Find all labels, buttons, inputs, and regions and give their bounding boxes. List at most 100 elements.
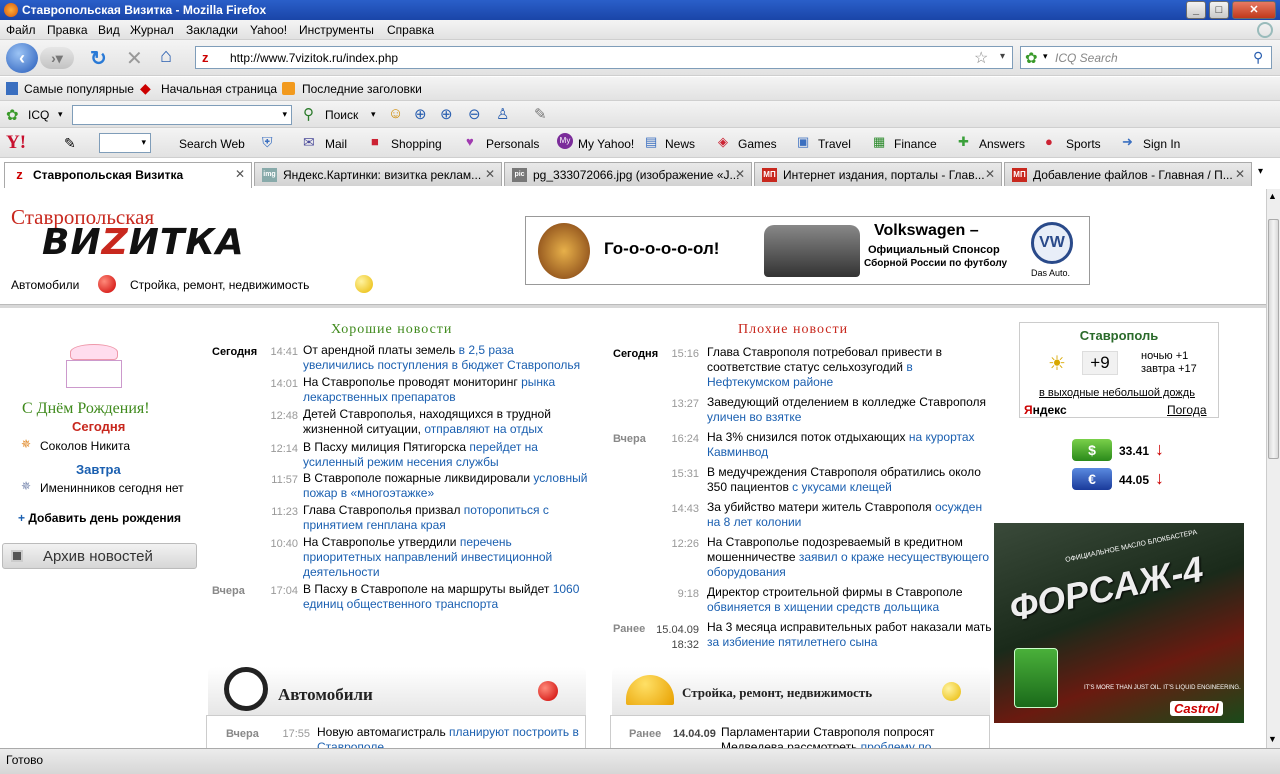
user-icon[interactable]: ♙: [496, 105, 509, 123]
input-dropdown-icon[interactable]: ▾: [282, 109, 287, 120]
weather-weekend[interactable]: в выходные небольшой дождь: [1039, 387, 1195, 399]
menu-tools[interactable]: Инструменты: [299, 23, 374, 37]
zoom-icon[interactable]: ⊕: [414, 105, 427, 123]
bookmark-start-page[interactable]: Начальная страница: [161, 82, 277, 96]
category-build-link[interactable]: Стройка, ремонт, недвижимость: [130, 278, 309, 292]
tab-yandex-images[interactable]: img Яндекс.Картинки: визитка реклам... ✕: [254, 162, 502, 186]
minimize-button[interactable]: _: [1186, 1, 1206, 19]
maximize-button[interactable]: □: [1209, 1, 1229, 19]
birthday-today-name[interactable]: Соколов Никита: [40, 439, 130, 453]
yahoo-my-yahoo[interactable]: My Yahoo!: [578, 137, 634, 151]
back-button[interactable]: ‹: [6, 43, 38, 73]
close-tab-icon[interactable]: ✕: [735, 167, 745, 181]
menu-view[interactable]: Вид: [98, 23, 120, 37]
tab-favicon: МП: [762, 168, 777, 182]
tab-list-icon[interactable]: ▾: [1258, 166, 1263, 177]
yahoo-news[interactable]: News: [665, 137, 695, 151]
close-tab-icon[interactable]: ✕: [485, 167, 495, 181]
travel-icon: ▣: [797, 134, 810, 149]
pogoda-link[interactable]: Погода: [1167, 403, 1207, 417]
news-link[interactable]: отправляют на отдых: [424, 422, 543, 436]
weather-city[interactable]: Ставрополь: [1020, 328, 1218, 343]
tab-jpg-image[interactable]: pic pg_333072066.jpg (изображение «J... …: [504, 162, 752, 186]
tab-internet-portals[interactable]: МП Интернет издания, порталы - Глав... ✕: [754, 162, 1002, 186]
search-icon[interactable]: ⚲: [1253, 49, 1263, 66]
shopping-icon: ■: [371, 134, 379, 149]
yahoo-shopping[interactable]: Shopping: [391, 137, 442, 151]
yahoo-answers[interactable]: Answers: [979, 137, 1025, 151]
forward-button[interactable]: ›▾: [40, 47, 74, 69]
menu-edit[interactable]: Правка: [47, 23, 88, 37]
icq-flower-icon: ✿: [1025, 50, 1038, 67]
yahoo-games[interactable]: Games: [738, 137, 777, 151]
category-auto-link[interactable]: Автомобили: [11, 278, 79, 292]
url-dropdown-icon[interactable]: ▾: [1000, 51, 1005, 62]
icq-label[interactable]: ICQ: [28, 108, 49, 122]
yahoo-personals[interactable]: Personals: [486, 137, 539, 151]
vw-banner[interactable]: Го-о-о-о-о-ол! Volkswagen – Официальный …: [525, 216, 1090, 285]
site-logo-bottom[interactable]: ВИZИТКА: [42, 222, 245, 263]
smiley-icon[interactable]: ☺: [388, 105, 403, 122]
tab-label: Яндекс.Картинки: визитка реклам...: [283, 168, 482, 182]
menu-file[interactable]: Файл: [6, 23, 36, 37]
stop-icon[interactable]: ✕: [126, 46, 143, 71]
bookmark-star-icon[interactable]: ☆: [974, 48, 988, 68]
yahoo-travel[interactable]: Travel: [818, 137, 851, 151]
close-tab-icon[interactable]: ✕: [1235, 167, 1245, 181]
search-dropdown-icon[interactable]: ▾: [371, 109, 376, 120]
menu-history[interactable]: Журнал: [130, 23, 174, 37]
yahoo-search-input[interactable]: ▾: [99, 133, 151, 153]
tab-stavropol-vizitka[interactable]: z Ставропольская Визитка ✕: [4, 162, 252, 188]
news-link[interactable]: с укусами клещей: [792, 480, 892, 494]
eraser-icon[interactable]: ✎: [534, 105, 547, 123]
bookmark-most-visited[interactable]: Самые популярные: [24, 82, 134, 96]
url-bar[interactable]: z http://www.7vizitok.ru/index.php ☆ ▾: [195, 46, 1013, 69]
scroll-up-icon[interactable]: ▲: [1268, 191, 1277, 201]
yahoo-sign-in[interactable]: Sign In: [1143, 137, 1180, 151]
zoom-in-icon[interactable]: ⊕: [440, 105, 453, 123]
rss-icon: [282, 82, 295, 95]
pencil-icon[interactable]: ✎: [64, 135, 76, 152]
close-tab-icon[interactable]: ✕: [985, 167, 995, 181]
news-archive-button[interactable]: Архив новостей: [2, 543, 197, 569]
menu-yahoo[interactable]: Yahoo!: [250, 23, 287, 37]
news-link[interactable]: обвиняется в хищении средств дольщика: [707, 600, 939, 614]
input-dropdown-icon[interactable]: ▾: [141, 137, 146, 148]
banner-vw-title: Volkswagen –: [874, 222, 979, 239]
tab-add-files[interactable]: МП Добавление файлов - Главная / П... ✕: [1004, 162, 1252, 186]
icq-toolbar-search-input[interactable]: ▾: [72, 105, 292, 125]
icq-search-button[interactable]: Поиск: [325, 108, 358, 122]
build-section-title[interactable]: Стройка, ремонт, недвижимость: [682, 685, 872, 701]
scroll-thumb[interactable]: [1268, 219, 1279, 459]
url-text[interactable]: http://www.7vizitok.ru/index.php: [230, 51, 398, 65]
auto-section-title[interactable]: Автомобили: [278, 685, 373, 705]
shield-icon[interactable]: ⛨: [262, 134, 273, 151]
search-web-button[interactable]: Search Web: [179, 137, 245, 151]
good-news-time: 14:41: [270, 346, 298, 358]
vertical-scrollbar[interactable]: ▲ ▼: [1266, 189, 1280, 748]
close-window-button[interactable]: ✕: [1232, 1, 1276, 19]
news-link[interactable]: уличен во взятке: [707, 410, 801, 424]
icq-search-box[interactable]: ✿ ▾ ICQ Search ⚲: [1020, 46, 1272, 69]
menu-help[interactable]: Справка: [387, 23, 434, 37]
yandex-link[interactable]: Яндекс: [1024, 403, 1067, 417]
zoom-out-icon[interactable]: ⊖: [468, 105, 481, 123]
add-birthday-link[interactable]: + Добавить день рождения: [18, 511, 181, 525]
close-tab-icon[interactable]: ✕: [235, 167, 245, 181]
yahoo-sports[interactable]: Sports: [1066, 137, 1101, 151]
search-engine-dropdown-icon[interactable]: ▾: [1043, 51, 1048, 62]
yahoo-mail[interactable]: Mail: [325, 137, 347, 151]
bookmark-latest-headlines[interactable]: Последние заголовки: [302, 82, 422, 96]
birthday-title: С Днём Рождения!: [22, 400, 150, 417]
castrol-forsazh-ad[interactable]: ОФИЦИАЛЬНОЕ МАСЛО БЛОКБАСТЕРА ФОРСАЖ-4 I…: [994, 523, 1244, 723]
news-text: За убийство матери житель Ставрополя: [707, 500, 935, 514]
yahoo-logo[interactable]: Y!: [6, 132, 26, 154]
news-link[interactable]: за избиение пятилетнего сына: [707, 635, 877, 649]
icq-dropdown-icon[interactable]: ▾: [58, 109, 63, 120]
menu-bookmarks[interactable]: Закладки: [186, 23, 238, 37]
reload-icon[interactable]: ↻: [90, 46, 107, 71]
yahoo-finance[interactable]: Finance: [894, 137, 937, 151]
scroll-down-icon[interactable]: ▼: [1268, 734, 1277, 744]
page-content: Ставропольская ВИZИТКА Автомобили Стройк…: [0, 189, 1266, 748]
home-icon[interactable]: ⌂: [160, 45, 172, 68]
